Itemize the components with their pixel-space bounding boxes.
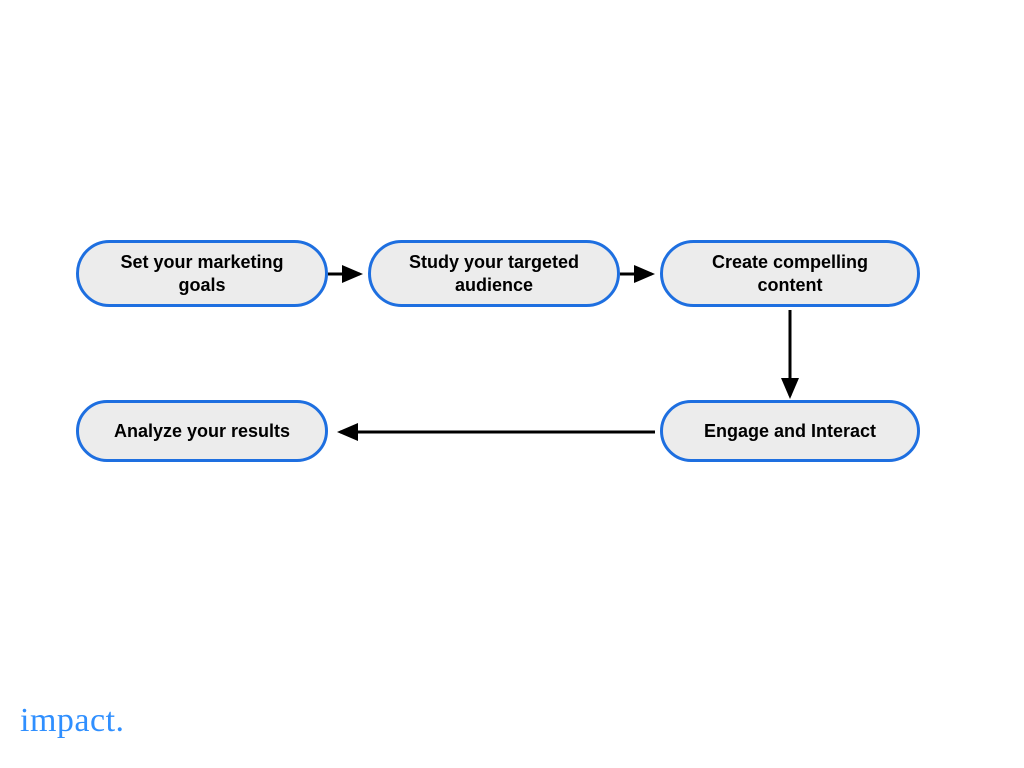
flow-node-create-content: Create compelling content bbox=[660, 240, 920, 307]
node-label: Analyze your results bbox=[114, 420, 290, 443]
brand-logo: impact. bbox=[20, 702, 125, 740]
flow-connectors bbox=[0, 0, 1024, 768]
flow-node-analyze-results: Analyze your results bbox=[76, 400, 328, 462]
node-label: Study your targeted audience bbox=[389, 251, 599, 296]
flow-node-study-audience: Study your targeted audience bbox=[368, 240, 620, 307]
node-label: Set your marketing goals bbox=[97, 251, 307, 296]
node-label: Create compelling content bbox=[681, 251, 899, 296]
flow-node-engage-interact: Engage and Interact bbox=[660, 400, 920, 462]
brand-text: impact. bbox=[20, 702, 125, 739]
flow-node-set-marketing-goals: Set your marketing goals bbox=[76, 240, 328, 307]
node-label: Engage and Interact bbox=[704, 420, 876, 443]
